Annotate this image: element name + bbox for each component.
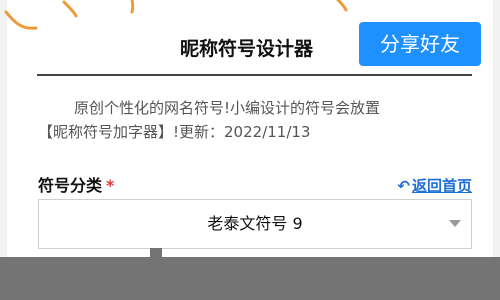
category-label: 符号分类 xyxy=(38,176,103,195)
back-home-link[interactable]: ↶ 返回首页 xyxy=(397,174,472,198)
description: 原创个性化的网名符号!小编设计的符号会放置 【昵称符号加字器】!更新：2022/… xyxy=(24,96,484,144)
description-line-1: 原创个性化的网名符号!小编设计的符号会放置 xyxy=(74,99,381,117)
header-divider xyxy=(37,74,472,76)
category-select[interactable]: 老泰文符号 9 xyxy=(38,199,472,249)
required-mark: * xyxy=(106,176,115,195)
doodle-stroke-1 xyxy=(4,10,38,30)
bottom-overlay xyxy=(0,257,500,300)
undo-arrow-icon: ↶ xyxy=(397,177,410,195)
page: 昵称符号设计器 分享好友 原创个性化的网名符号!小编设计的符号会放置 【昵称符号… xyxy=(0,0,500,300)
back-home-label: 返回首页 xyxy=(411,177,472,195)
right-edge xyxy=(493,0,500,300)
category-select-value: 老泰文符号 9 xyxy=(207,214,303,233)
description-line-2: 【昵称符号加字器】!更新：2022/11/13 xyxy=(38,123,311,141)
category-label-row: 符号分类 * xyxy=(38,174,114,198)
doodle-stroke-3 xyxy=(130,0,135,14)
chevron-down-icon xyxy=(449,220,461,227)
page-title: 昵称符号设计器 xyxy=(180,38,314,60)
share-button[interactable]: 分享好友 xyxy=(359,22,481,66)
doodle-stroke-2 xyxy=(62,0,78,18)
doodle-stroke-4 xyxy=(336,0,348,12)
left-edge xyxy=(0,0,7,300)
